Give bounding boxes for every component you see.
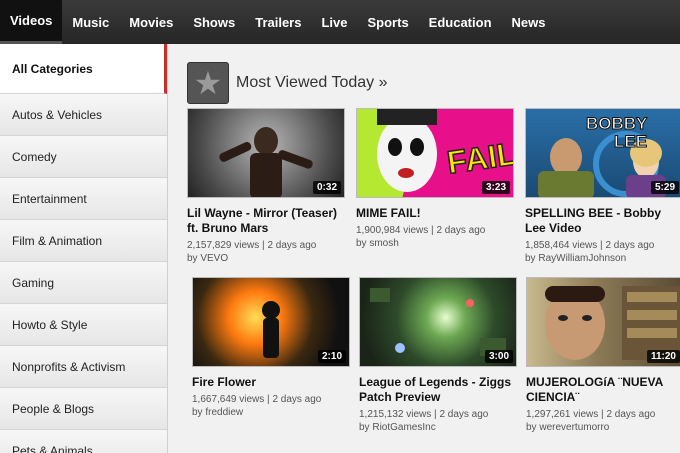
sidebar-item-gaming[interactable]: Gaming	[0, 262, 167, 304]
video-meta: 2,157,829 views | 2 days ago	[187, 240, 317, 251]
sidebar-item-people-blogs[interactable]: People & Blogs	[0, 388, 167, 430]
video-card: 11:20 MUJEROLOGíA ¨NUEVA CIENCIA¨ 1,297,…	[526, 277, 680, 434]
video-title[interactable]: SPELLING BEE - Bobby Lee Video	[525, 206, 680, 236]
video-channel: by freddiew	[192, 407, 244, 418]
video-thumbnail[interactable]: 0:32	[187, 108, 345, 198]
category-sidebar: All Categories Autos & Vehicles Comedy E…	[0, 44, 168, 453]
video-thumbnail[interactable]: FAIL 3:23	[356, 108, 514, 198]
svg-text:LEE: LEE	[614, 132, 647, 151]
video-title[interactable]: Fire Flower	[192, 375, 352, 390]
video-card: 3:00 League of Legends - Ziggs Patch Pre…	[359, 277, 519, 434]
video-duration: 2:10	[317, 350, 346, 363]
channel-link[interactable]: RiotGamesInc	[372, 422, 435, 433]
tab-trailers[interactable]: Trailers	[245, 0, 311, 44]
tab-sports[interactable]: Sports	[358, 0, 419, 44]
video-meta: 1,297,261 views | 2 days ago	[526, 409, 656, 420]
video-title[interactable]: League of Legends - Ziggs Patch Preview	[359, 375, 519, 405]
sidebar-item-nonprofits[interactable]: Nonprofits & Activism	[0, 346, 167, 388]
video-meta: 1,667,649 views | 2 days ago	[192, 394, 322, 405]
svg-text:BOBBY: BOBBY	[586, 114, 648, 133]
video-channel: by smosh	[356, 238, 399, 249]
tab-videos[interactable]: Videos	[0, 0, 63, 44]
video-title[interactable]: Lil Wayne - Mirror (Teaser) ft. Bruno Ma…	[187, 206, 347, 236]
video-title[interactable]: MUJEROLOGíA ¨NUEVA CIENCIA¨	[526, 375, 680, 405]
channel-link[interactable]: VEVO	[200, 253, 228, 264]
video-title[interactable]: MIME FAIL!	[356, 206, 516, 221]
sidebar-item-all-categories[interactable]: All Categories	[0, 44, 167, 94]
video-card: 2:10 Fire Flower 1,667,649 views | 2 day…	[192, 277, 352, 419]
video-thumbnail[interactable]: 2:10	[192, 277, 350, 367]
video-thumbnail[interactable]: 11:20	[526, 277, 680, 367]
video-duration: 3:00	[484, 350, 513, 363]
video-duration: 5:29	[650, 181, 679, 194]
channel-link[interactable]: werevertumorro	[539, 422, 609, 433]
tab-live[interactable]: Live	[311, 0, 357, 44]
video-thumbnail[interactable]: BOBBY LEE 5:29	[525, 108, 680, 198]
top-nav: Videos Music Movies Shows Trailers Live …	[0, 0, 680, 44]
video-channel: by VEVO	[187, 253, 229, 264]
sidebar-item-entertainment[interactable]: Entertainment	[0, 178, 167, 220]
star-icon: ★	[187, 62, 229, 104]
sidebar-item-howto-style[interactable]: Howto & Style	[0, 304, 167, 346]
video-card: BOBBY LEE 5:29 SPELLING BEE - Bobby Lee …	[525, 108, 680, 265]
video-channel: by RayWilliamJohnson	[525, 253, 627, 264]
sidebar-item-comedy[interactable]: Comedy	[0, 136, 167, 178]
video-duration: 0:32	[312, 181, 341, 194]
tab-education[interactable]: Education	[419, 0, 502, 44]
sidebar-item-film-animation[interactable]: Film & Animation	[0, 220, 167, 262]
tab-music[interactable]: Music	[62, 0, 119, 44]
video-duration: 11:20	[646, 350, 680, 363]
channel-link[interactable]: freddiew	[205, 407, 243, 418]
tab-shows[interactable]: Shows	[183, 0, 245, 44]
video-channel: by RiotGamesInc	[359, 422, 436, 433]
video-duration: 3:23	[481, 181, 510, 194]
video-thumbnail[interactable]: 3:00	[359, 277, 517, 367]
video-channel: by werevertumorro	[526, 422, 610, 433]
sidebar-item-autos-vehicles[interactable]: Autos & Vehicles	[0, 94, 167, 136]
section-title[interactable]: Most Viewed Today »	[236, 74, 388, 92]
video-meta: 1,858,464 views | 2 days ago	[525, 240, 655, 251]
channel-link[interactable]: smosh	[369, 238, 398, 249]
video-card: FAIL 3:23 MIME FAIL! 1,900,984 views | 2…	[356, 108, 516, 250]
tab-movies[interactable]: Movies	[119, 0, 183, 44]
sidebar-item-pets-animals[interactable]: Pets & Animals	[0, 430, 167, 453]
section-header: ★ Most Viewed Today »	[187, 62, 388, 104]
main-content: ★ Most Viewed Today » 0:32 Lil Wayne - M…	[175, 44, 680, 453]
channel-link[interactable]: RayWilliamJohnson	[538, 253, 626, 264]
video-meta: 1,215,132 views | 2 days ago	[359, 409, 489, 420]
video-meta: 1,900,984 views | 2 days ago	[356, 225, 486, 236]
tab-news[interactable]: News	[502, 0, 556, 44]
video-card: 0:32 Lil Wayne - Mirror (Teaser) ft. Bru…	[187, 108, 347, 265]
